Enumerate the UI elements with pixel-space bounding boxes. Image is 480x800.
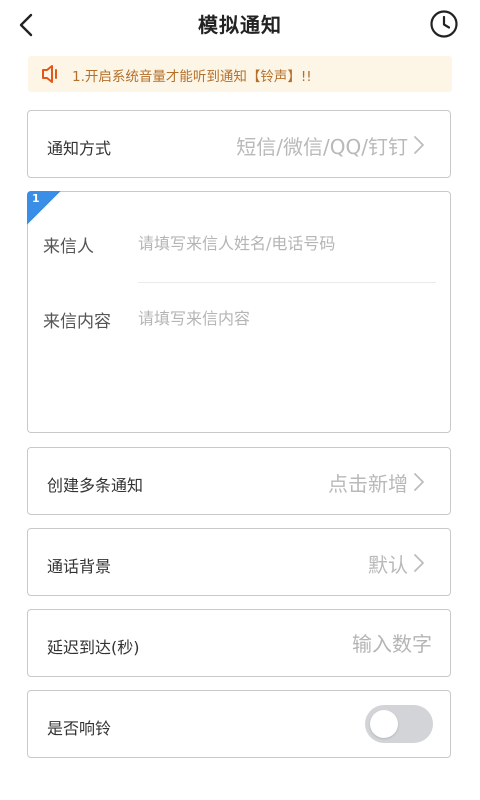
- delay-input[interactable]: [228, 630, 432, 658]
- content-label: 来信内容: [43, 312, 111, 332]
- page-title: 模拟通知: [198, 13, 282, 37]
- message-card: 1 来信人 来信内容: [27, 191, 451, 433]
- top-bar: 模拟通知: [0, 0, 480, 50]
- clock-icon[interactable]: [429, 9, 459, 39]
- sender-input[interactable]: [138, 232, 428, 254]
- speaker-icon: [42, 65, 57, 83]
- call-background-value: 默认: [368, 553, 408, 577]
- call-background-row[interactable]: 通话背景 默认: [27, 528, 451, 596]
- field-divider: [138, 282, 436, 283]
- content-input[interactable]: [138, 307, 428, 329]
- sender-label: 来信人: [43, 237, 94, 257]
- message-index-badge: 1: [27, 191, 61, 225]
- delay-label: 延迟到达(秒): [47, 638, 140, 657]
- ring-toggle[interactable]: [365, 705, 433, 743]
- chevron-right-icon: [414, 473, 424, 491]
- notify-method-label: 通知方式: [47, 139, 112, 158]
- volume-notice-banner: 1.开启系统音量才能听到通知【铃声】!!: [28, 56, 452, 92]
- create-multiple-row[interactable]: 创建多条通知 点击新增: [27, 447, 451, 515]
- chevron-right-icon: [414, 554, 424, 572]
- create-multiple-value: 点击新增: [328, 472, 408, 496]
- toggle-knob: [370, 710, 398, 738]
- notify-method-value: 短信/微信/QQ/钉钉: [236, 135, 408, 159]
- notify-method-row[interactable]: 通知方式 短信/微信/QQ/钉钉: [27, 110, 451, 178]
- ring-row: 是否响铃: [27, 690, 451, 758]
- ring-label: 是否响铃: [47, 719, 112, 738]
- delay-row: 延迟到达(秒): [27, 609, 451, 677]
- notice-text: 1.开启系统音量才能听到通知【铃声】!!: [72, 69, 312, 85]
- create-multiple-label: 创建多条通知: [47, 476, 144, 495]
- chevron-right-icon: [414, 136, 424, 154]
- call-background-label: 通话背景: [47, 557, 112, 576]
